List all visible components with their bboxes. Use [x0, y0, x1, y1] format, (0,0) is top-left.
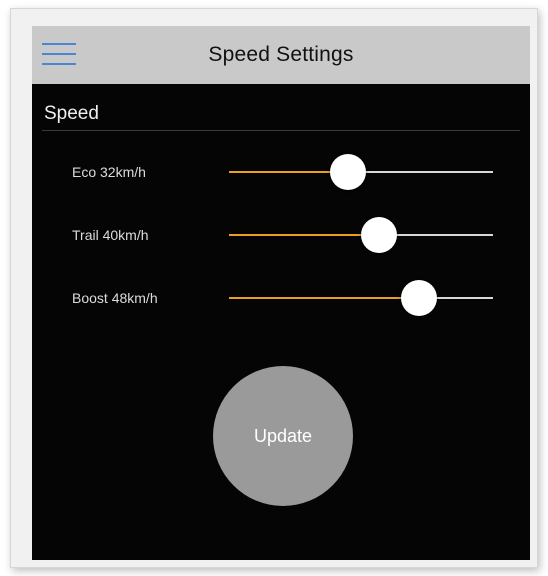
setting-row-boost: Boost 48km/h — [32, 278, 530, 318]
page-title: Speed Settings — [208, 43, 354, 66]
setting-row-eco: Eco 32km/h — [32, 152, 530, 192]
slider-fill — [229, 297, 420, 299]
slider-fill — [229, 234, 380, 236]
trail-speed-slider[interactable] — [229, 215, 493, 255]
section-header-speed: Speed — [44, 103, 99, 124]
navigation-bar: Speed Settings — [32, 26, 530, 84]
update-button[interactable]: Update — [213, 366, 353, 506]
app-screen: Speed Settings Speed Eco 32km/h Trail 40… — [32, 26, 530, 560]
slider-thumb[interactable] — [401, 280, 438, 316]
setting-label-eco: Eco 32km/h — [72, 164, 146, 180]
slider-thumb[interactable] — [361, 217, 398, 253]
boost-speed-slider[interactable] — [229, 278, 493, 318]
eco-speed-slider[interactable] — [229, 152, 493, 192]
section-divider — [42, 130, 520, 131]
setting-label-trail: Trail 40km/h — [72, 227, 149, 243]
setting-label-boost: Boost 48km/h — [72, 290, 158, 306]
setting-row-trail: Trail 40km/h — [32, 215, 530, 255]
slider-thumb[interactable] — [329, 154, 366, 190]
